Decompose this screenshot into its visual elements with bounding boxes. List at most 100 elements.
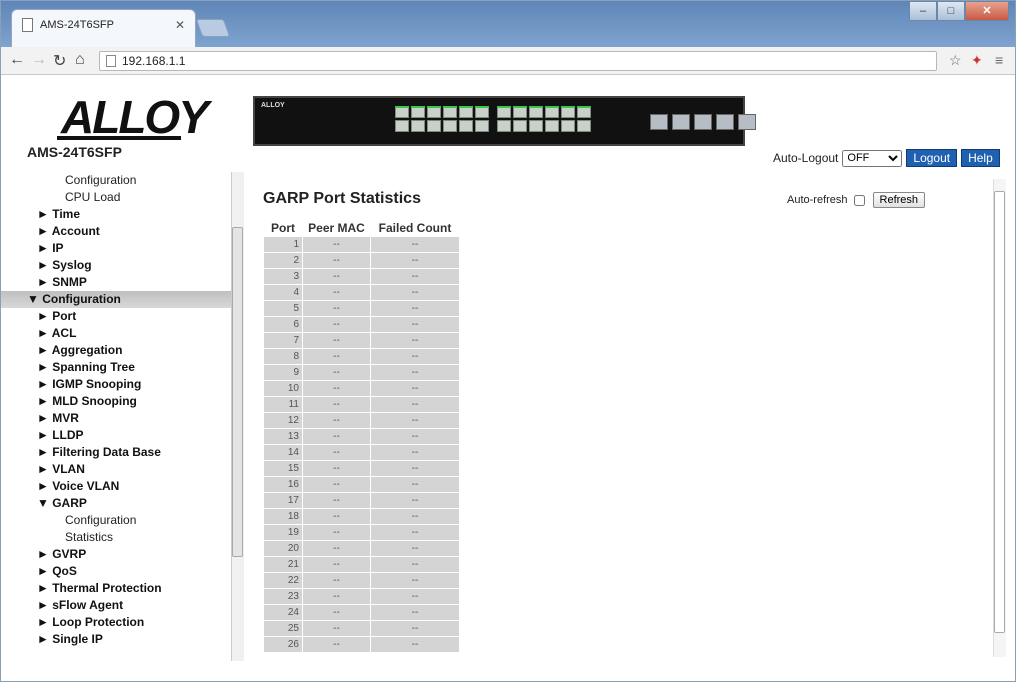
main-scroll-thumb[interactable] [994, 191, 1005, 633]
logo-underline [57, 136, 181, 140]
sidebar-item[interactable]: ► sFlow Agent [1, 597, 231, 614]
sidebar-item[interactable]: ► Single IP [1, 631, 231, 648]
sidebar-item[interactable]: ▼ Configuration [1, 291, 231, 308]
port-cell: 18 [264, 509, 302, 524]
table-row: 2 -- -- [264, 253, 459, 268]
port-cell: 24 [264, 605, 302, 620]
peer-mac-cell: -- [303, 525, 370, 540]
panel-port [497, 106, 511, 118]
port-grid [395, 106, 597, 132]
maximize-button[interactable]: □ [937, 1, 965, 21]
sidebar-item[interactable]: CPU Load [1, 189, 231, 206]
new-tab-button[interactable] [195, 19, 231, 37]
address-bar[interactable]: 192.168.1.1 [99, 51, 937, 71]
sidebar-item[interactable]: ► IP [1, 240, 231, 257]
panel-port [561, 120, 575, 132]
sidebar-item[interactable]: ► Thermal Protection [1, 580, 231, 597]
panel-port [443, 106, 457, 118]
failed-count-cell: -- [371, 557, 459, 572]
peer-mac-cell: -- [303, 269, 370, 284]
back-icon[interactable]: ← [9, 51, 25, 69]
sidebar-item[interactable]: ► Syslog [1, 257, 231, 274]
switch-panel-image: ALLOY [253, 96, 756, 146]
sidebar-item[interactable]: ► Account [1, 223, 231, 240]
panel-brand: ALLOY [261, 102, 285, 109]
sidebar-item[interactable]: Configuration [1, 512, 231, 529]
table-row: 15 -- -- [264, 461, 459, 476]
table-row: 25 -- -- [264, 621, 459, 636]
sidebar-item[interactable]: ► Port [1, 308, 231, 325]
failed-count-cell: -- [371, 573, 459, 588]
help-button[interactable]: Help [961, 149, 1000, 167]
browser-tab[interactable]: AMS-24T6SFP ✕ [11, 9, 196, 47]
logout-button[interactable]: Logout [906, 149, 958, 167]
panel-port [545, 120, 559, 132]
failed-count-cell: -- [371, 493, 459, 508]
port-cell: 6 [264, 317, 302, 332]
failed-count-cell: -- [371, 397, 459, 412]
close-tab-icon[interactable]: ✕ [175, 18, 185, 32]
sidebar-item[interactable]: Configuration [1, 172, 231, 189]
sidebar-item[interactable]: ► MLD Snooping [1, 393, 231, 410]
table-row: 7 -- -- [264, 333, 459, 348]
sidebar-scroll-thumb[interactable] [232, 227, 243, 557]
port-group [395, 106, 489, 132]
table-row: 17 -- -- [264, 493, 459, 508]
sfp-port [716, 114, 734, 130]
sidebar-item[interactable]: ► Filtering Data Base [1, 444, 231, 461]
sidebar-item[interactable]: ▼ GARP [1, 495, 231, 512]
sidebar-item[interactable]: ► SNMP [1, 274, 231, 291]
sidebar-item[interactable]: ► Loop Protection [1, 614, 231, 631]
sidebar-item[interactable]: ► IGMP Snooping [1, 376, 231, 393]
failed-count-cell: -- [371, 589, 459, 604]
close-window-button[interactable]: ✕ [965, 1, 1009, 21]
table-row: 22 -- -- [264, 573, 459, 588]
extension-icon[interactable]: ✦ [971, 52, 983, 69]
table-row: 20 -- -- [264, 541, 459, 556]
minimize-button[interactable]: – [909, 1, 937, 21]
sidebar-item[interactable]: ► ACL [1, 325, 231, 342]
col-peer-mac-header: Peer MAC [303, 220, 370, 236]
panel-port [529, 120, 543, 132]
sidebar-item[interactable]: ► Aggregation [1, 342, 231, 359]
forward-icon[interactable]: → [31, 51, 47, 69]
home-icon[interactable]: ⌂ [75, 51, 85, 69]
peer-mac-cell: -- [303, 333, 370, 348]
sidebar-item[interactable]: ► VLAN [1, 461, 231, 478]
sidebar-item[interactable]: ► MVR [1, 410, 231, 427]
peer-mac-cell: -- [303, 541, 370, 556]
auto-logout-bar: Auto-Logout OFF Logout Help [773, 149, 1000, 167]
auto-logout-select[interactable]: OFF [842, 149, 903, 167]
peer-mac-cell: -- [303, 365, 370, 380]
panel-port [459, 120, 473, 132]
auto-refresh-checkbox[interactable] [853, 194, 865, 206]
peer-mac-cell: -- [303, 573, 370, 588]
star-icon[interactable]: ☆ [949, 52, 962, 69]
sidebar-item[interactable]: ► LLDP [1, 427, 231, 444]
sidebar-item[interactable]: ► GVRP [1, 546, 231, 563]
port-cell: 26 [264, 637, 302, 652]
sidebar-item[interactable]: ► Spanning Tree [1, 359, 231, 376]
port-cell: 2 [264, 253, 302, 268]
table-row: 11 -- -- [264, 397, 459, 412]
port-cell: 7 [264, 333, 302, 348]
page-icon [106, 55, 116, 67]
panel-port [443, 120, 457, 132]
table-row: 19 -- -- [264, 525, 459, 540]
panel-port [475, 106, 489, 118]
sidebar-item[interactable]: ► Voice VLAN [1, 478, 231, 495]
port-cell: 4 [264, 285, 302, 300]
sidebar-item[interactable]: ► QoS [1, 563, 231, 580]
panel-port [395, 120, 409, 132]
sidebar-item[interactable]: ► Time [1, 206, 231, 223]
sidebar-item[interactable]: Statistics [1, 529, 231, 546]
table-row: 23 -- -- [264, 589, 459, 604]
refresh-button[interactable]: Refresh [872, 192, 926, 208]
panel-port [561, 106, 575, 118]
menu-icon[interactable]: ≡ [995, 52, 1003, 68]
port-cell: 23 [264, 589, 302, 604]
peer-mac-cell: -- [303, 413, 370, 428]
reload-icon[interactable]: ↻ [53, 51, 66, 71]
panel-port [513, 120, 527, 132]
port-cell: 16 [264, 477, 302, 492]
